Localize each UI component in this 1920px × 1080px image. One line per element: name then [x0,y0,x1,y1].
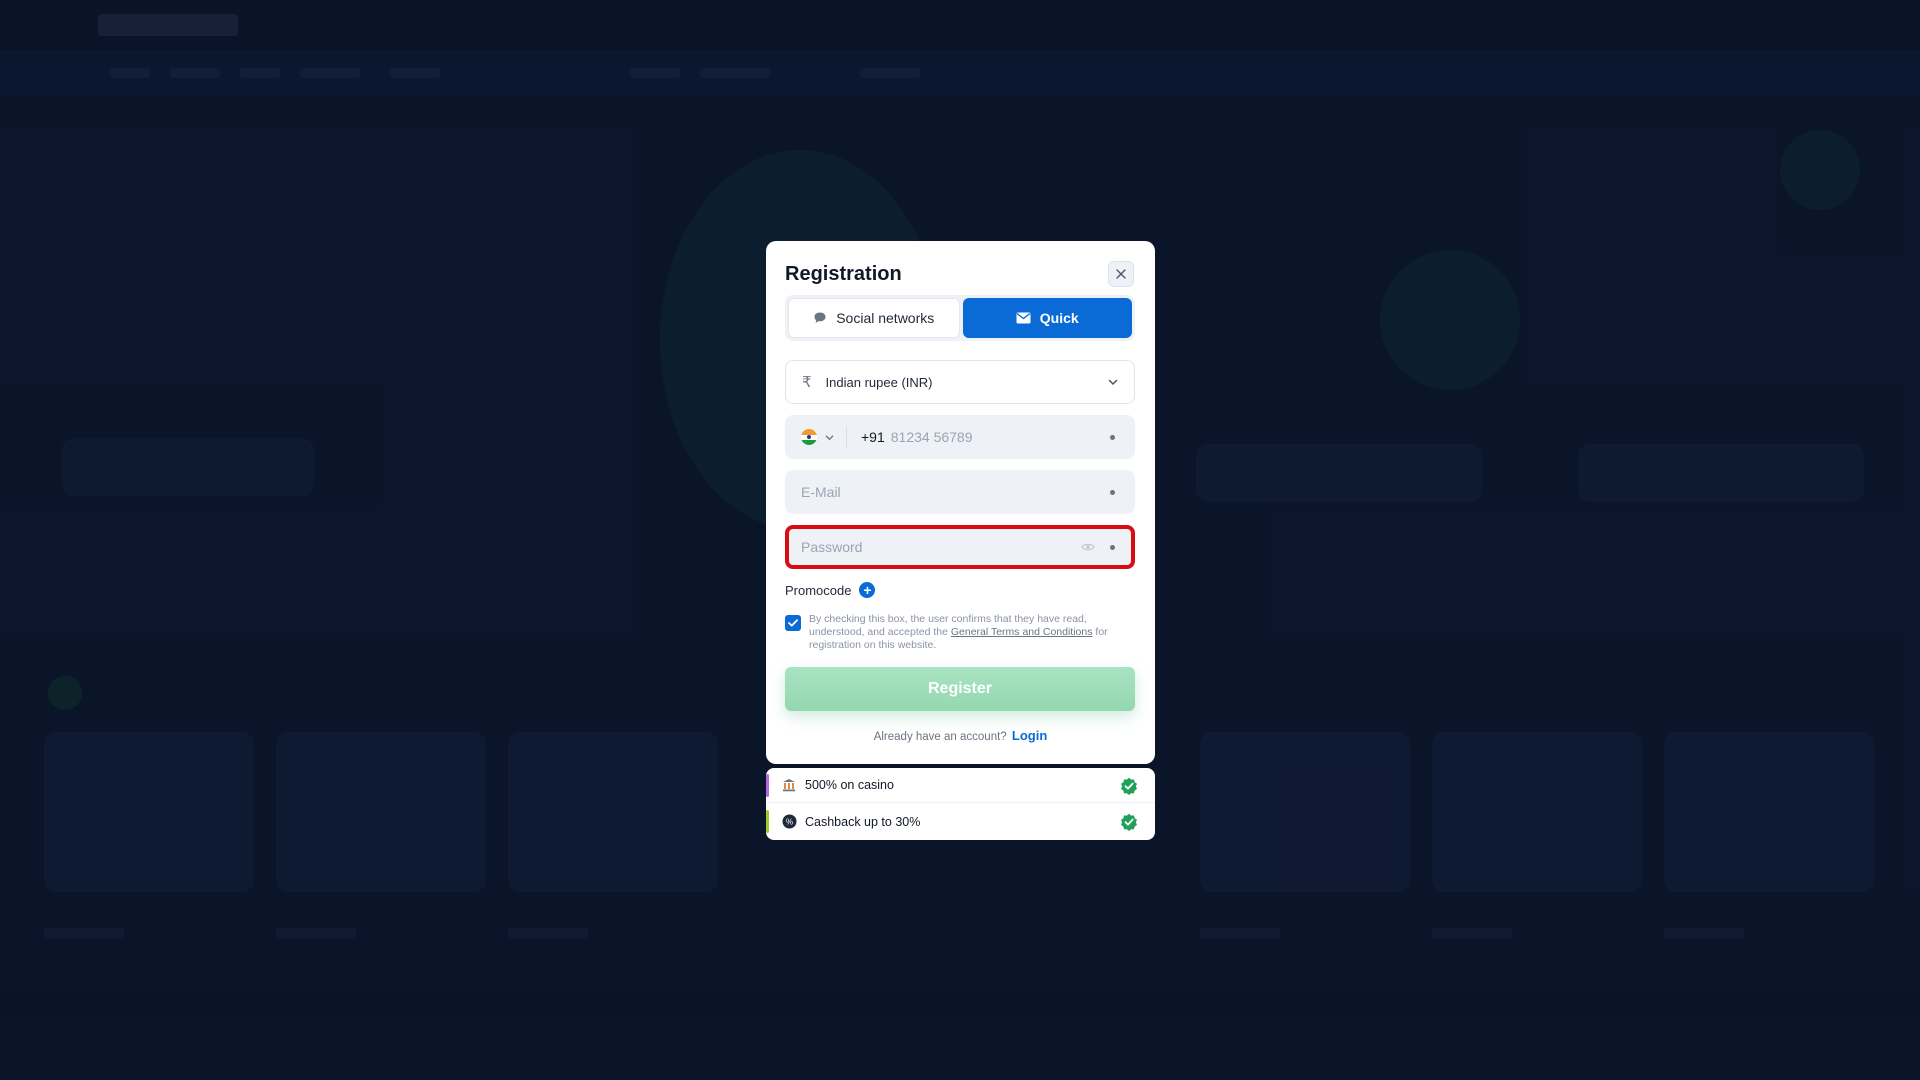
currency-select[interactable]: ₹ Indian rupee (INR) [785,360,1135,404]
chevron-down-icon[interactable] [825,433,834,442]
phone-input[interactable]: 81234 56789 [891,429,973,445]
divider [846,427,847,447]
bonus-panel: 500% on casino % Cashback up to 30% [766,768,1155,840]
cashback-icon: % [781,814,797,830]
modal-title: Registration [785,263,902,285]
bonus-item: 500% on casino [766,768,1155,803]
close-icon [1116,269,1126,279]
verified-check-icon [1121,813,1137,831]
envelope-icon [1016,312,1031,324]
terms-text: By checking this box, the user confirms … [809,613,1135,652]
plus-icon[interactable]: + [859,582,876,598]
required-indicator [1110,435,1115,440]
required-indicator [1110,490,1115,495]
terms-checkbox[interactable] [785,615,801,631]
rupee-icon: ₹ [802,374,812,391]
phone-country-code: +91 [861,429,885,445]
verified-check-icon [1121,777,1137,795]
already-text: Already have an account? [873,731,1007,743]
email-field[interactable]: E-Mail [785,470,1135,514]
tab-social-networks[interactable]: Social networks [788,298,960,338]
tab-label: Quick [1039,310,1079,326]
currency-value: Indian rupee (INR) [825,374,933,390]
checkmark-icon [788,619,798,627]
terms-link[interactable]: General Terms and Conditions [951,626,1093,638]
chat-bubble-icon [814,312,826,323]
tab-label: Social networks [836,310,935,326]
svg-text:%: % [785,818,792,827]
registration-modal: Registration Social networks Quick ₹ Ind… [766,241,1155,764]
password-input[interactable]: Password [801,539,862,555]
eye-icon[interactable] [1081,542,1095,552]
bonus-accent-bar [766,810,769,833]
bonus-label: 500% on casino [805,778,894,792]
terms-consent: By checking this box, the user confirms … [785,613,1135,652]
password-field[interactable]: Password [785,525,1135,569]
tab-quick[interactable]: Quick [962,298,1132,338]
email-input[interactable]: E-Mail [801,484,841,500]
promocode-toggle[interactable]: Promocode + [785,582,876,598]
login-link[interactable]: Login [1012,728,1047,743]
bonus-label: Cashback up to 30% [805,814,921,829]
registration-tabs: Social networks Quick [785,295,1135,341]
required-indicator [1110,545,1115,550]
india-flag-icon[interactable] [801,429,817,445]
bonus-accent-bar [766,774,769,797]
chevron-down-icon [1108,379,1118,386]
close-button[interactable] [1108,261,1134,287]
bonus-item: % Cashback up to 30% [766,804,1155,839]
login-prompt: Already have an account? Login [766,728,1155,743]
promocode-label: Promocode [785,582,852,598]
casino-icon [781,777,797,793]
phone-field[interactable]: +91 81234 56789 [785,415,1135,459]
register-button[interactable]: Register [785,667,1135,711]
